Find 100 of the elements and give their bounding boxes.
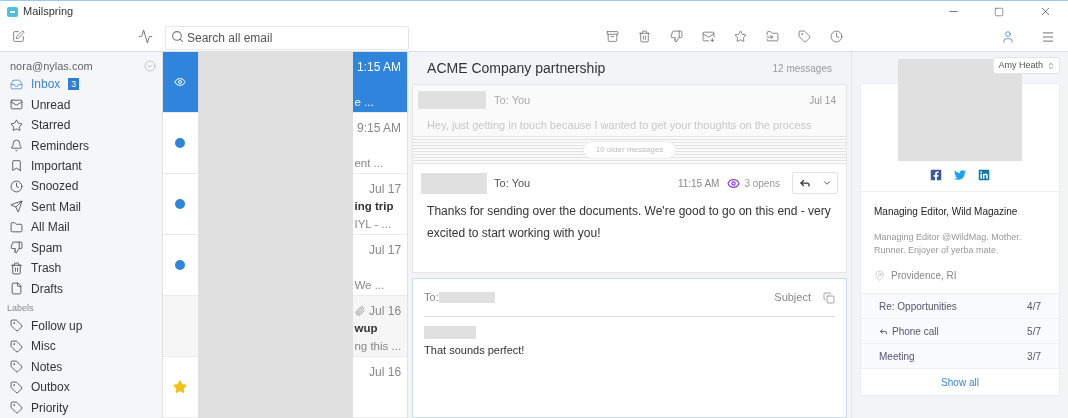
- inbox-icon: [10, 77, 23, 91]
- composer-body[interactable]: That sounds perfect!: [424, 342, 835, 359]
- thumbs-down-icon: [10, 241, 23, 255]
- contact-location: Providence, RI: [891, 269, 957, 283]
- tag-icon: [10, 360, 23, 374]
- thread-time: Jul 17: [369, 242, 402, 259]
- sidebar-item[interactable]: Notes: [2, 356, 163, 377]
- thread-subject: Phone call: [892, 324, 939, 339]
- sidebar-item[interactable]: Misc: [2, 336, 163, 357]
- sidebar-item[interactable]: Spam: [2, 237, 163, 258]
- popout-icon[interactable]: [823, 291, 835, 304]
- redaction-block: [438, 292, 495, 303]
- tag-icon: [10, 401, 23, 415]
- sidebar-item[interactable]: Unread: [2, 94, 163, 115]
- thread-snippet: IYL - ...: [354, 218, 392, 230]
- label-icon: [10, 159, 23, 173]
- show-all-link[interactable]: Show all: [941, 374, 979, 390]
- thread-row[interactable]: Jul 16 wup ng this ...: [353, 296, 408, 357]
- clock-icon: [10, 179, 23, 193]
- send-icon: [10, 200, 23, 214]
- folder-icon: [10, 220, 23, 234]
- reply-button[interactable]: [792, 172, 838, 194]
- twitter-icon[interactable]: [954, 169, 966, 181]
- unread-count: 3: [68, 78, 80, 91]
- chevron-icon[interactable]: [144, 60, 157, 72]
- thread-count: 5/7: [1027, 324, 1041, 339]
- message-body: Thanks for sending over the documents. We're good to go on this end - very excited to start working with you!: [426, 203, 832, 242]
- redaction-block: [424, 326, 477, 339]
- eye-icon: [727, 176, 741, 190]
- sidebar-item[interactable]: Important: [2, 155, 163, 177]
- envelope-icon[interactable]: [702, 30, 715, 43]
- thread-snippet: ent ...: [354, 157, 384, 169]
- recipient-label: To: You: [494, 175, 531, 191]
- sidebar-item[interactable]: Inbox 3: [2, 74, 163, 95]
- contact-thread[interactable]: Re: Opportunities 4/7: [861, 294, 1059, 319]
- updown-icon: [1047, 61, 1055, 70]
- tag-icon: [10, 339, 23, 353]
- contact-thread[interactable]: Meeting 3/7: [861, 344, 1059, 369]
- thread-time: 1:15 AM: [357, 59, 402, 76]
- message-count: 12 messages: [772, 61, 832, 76]
- message-date: Jul 14: [809, 93, 836, 108]
- sidebar-item[interactable]: Follow up: [2, 315, 163, 337]
- clock-icon[interactable]: [830, 30, 843, 43]
- thread-time: Jul 16: [369, 303, 402, 320]
- star-icon: [10, 118, 23, 132]
- activity-icon[interactable]: [138, 29, 153, 44]
- recipient-label: To: You: [494, 92, 531, 108]
- thumbs-down-icon[interactable]: [670, 30, 683, 43]
- compose-icon[interactable]: [12, 30, 25, 43]
- bell-icon: [10, 139, 23, 153]
- to-label: To:: [424, 290, 439, 306]
- facebook-icon[interactable]: [930, 169, 942, 181]
- sidebar-item[interactable]: Priority: [2, 397, 163, 418]
- sidebar-item[interactable]: Drafts: [2, 278, 163, 299]
- account-email: nora@nylas.com: [10, 58, 93, 74]
- sidebar-item[interactable]: All Mail: [2, 217, 163, 238]
- sidebar-item[interactable]: Outbox: [2, 377, 163, 398]
- file-icon: [10, 282, 23, 296]
- contact-thread[interactable]: Phone call 5/7: [861, 319, 1059, 344]
- labels-heading: Labels: [6, 301, 35, 315]
- thread-row[interactable]: 1:15 AM e ...: [353, 52, 408, 113]
- linkedin-icon[interactable]: [978, 169, 990, 181]
- location-icon: [874, 270, 885, 281]
- thread-subject: Re: Opportunities: [879, 299, 957, 314]
- redaction-block: [418, 91, 487, 109]
- sidebar-item[interactable]: Trash: [2, 257, 163, 279]
- sidebar-item[interactable]: Sent Mail: [2, 196, 163, 218]
- archive-icon[interactable]: [606, 30, 619, 43]
- star-icon[interactable]: [734, 30, 747, 43]
- tag-icon[interactable]: [798, 30, 811, 43]
- opens-count: 3 opens: [744, 176, 780, 191]
- tag-icon: [10, 380, 23, 394]
- window-title: Mailspring: [23, 4, 74, 20]
- caret-icon: [821, 178, 832, 188]
- message-time: 11:15 AM: [677, 176, 720, 191]
- thread-row-edge[interactable]: [163, 52, 198, 113]
- menu-icon[interactable]: [1041, 29, 1055, 44]
- thread-subject: Meeting: [879, 349, 915, 364]
- sidebar-item[interactable]: Starred: [2, 114, 163, 136]
- sidebar-item[interactable]: Reminders: [2, 135, 163, 156]
- folder-icon[interactable]: [766, 30, 779, 43]
- thread-count: 3/7: [1027, 349, 1041, 364]
- conversation-subject: ACME Company partnership: [427, 58, 606, 78]
- thread-time: Jul 16: [369, 364, 402, 381]
- search-field[interactable]: Search all email: [165, 25, 409, 50]
- maximize-icon: [994, 6, 1004, 17]
- search-icon: [171, 29, 184, 43]
- contact-bio: Managing Editor @WildMag. Mother. Runner. Enjoyer of yerba mate.: [874, 231, 1023, 257]
- app-logo-icon: [7, 6, 18, 17]
- thread-snippet: e ...: [354, 96, 374, 108]
- thread-time: Jul 17: [369, 181, 402, 198]
- thread-count: 4/7: [1027, 299, 1041, 314]
- contact-selector[interactable]: Amy Heath: [993, 57, 1060, 74]
- sidebar-item[interactable]: Snoozed: [2, 176, 163, 197]
- trash-icon[interactable]: [638, 30, 651, 43]
- subject-field[interactable]: Subject: [751, 289, 811, 306]
- tag-icon: [10, 319, 23, 333]
- user-icon[interactable]: [1001, 29, 1015, 44]
- thread-snippet: We ...: [354, 279, 385, 291]
- thread-subject: wup: [354, 322, 378, 334]
